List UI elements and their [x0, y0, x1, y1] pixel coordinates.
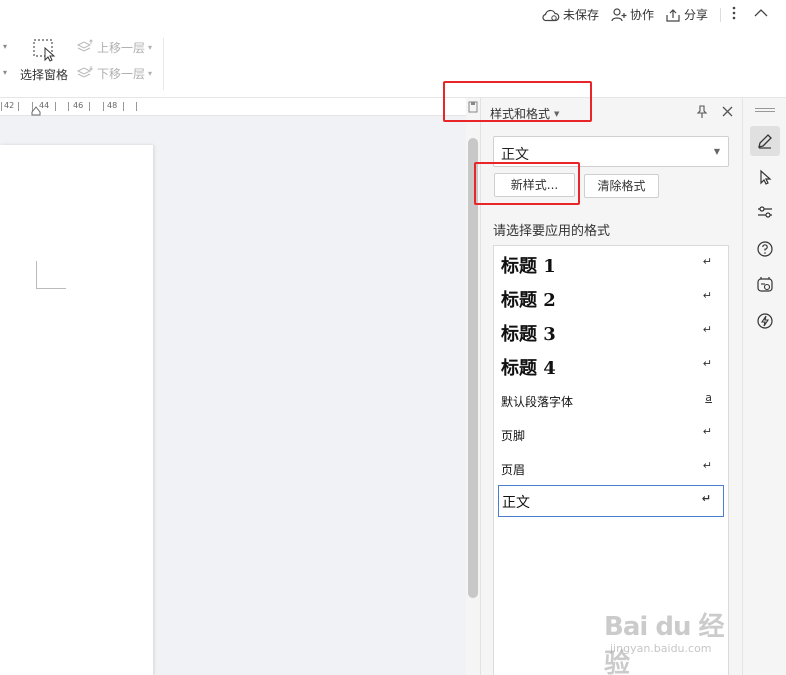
- panel-title-dropdown[interactable]: 样式和格式 ▼: [490, 105, 559, 122]
- drag-grip-icon[interactable]: [755, 108, 775, 109]
- panel-title: 样式和格式: [490, 107, 551, 121]
- style-name: 页脚: [501, 429, 526, 443]
- style-name: 默认段落字体: [501, 395, 574, 409]
- new-style-button[interactable]: 新样式...: [494, 173, 575, 197]
- paragraph-mark-icon: ↵: [702, 255, 712, 268]
- ruler-mark: [103, 102, 104, 111]
- style-list-item[interactable]: 页脚 ↵: [498, 418, 724, 450]
- pin-icon[interactable]: [695, 105, 709, 122]
- style-list-item[interactable]: 标题 4 ↵: [498, 350, 724, 382]
- ribbon-divider: [163, 38, 164, 90]
- watermark-url: jingyan.baidu.com: [610, 642, 712, 655]
- style-name: 标题 2: [501, 290, 556, 311]
- share-button[interactable]: 分享: [665, 6, 708, 23]
- sticker-icon[interactable]: [750, 270, 780, 300]
- style-name: 页眉: [501, 463, 526, 477]
- collab-button[interactable]: 协作: [611, 6, 654, 23]
- style-list-item[interactable]: 页眉 ↵: [498, 452, 724, 484]
- ruler-tick: 48: [107, 101, 118, 110]
- character-style-icon: a: [705, 391, 712, 404]
- move-up-layer-button[interactable]: 上移一层 ▾: [76, 39, 152, 56]
- page-corner-mark: [36, 261, 66, 289]
- paragraph-mark-icon: ↵: [702, 459, 712, 472]
- ruler-mark: [68, 102, 69, 111]
- move-up-label: 上移一层: [97, 41, 146, 55]
- side-toolbar: [742, 98, 786, 675]
- unsaved-label: 未保存: [563, 8, 600, 22]
- dropdown-caret-icon[interactable]: ▾: [3, 68, 7, 77]
- move-down-layer-button[interactable]: 下移一层 ▾: [76, 65, 152, 82]
- unsaved-status[interactable]: 未保存: [542, 6, 599, 23]
- paragraph-mark-icon: ↵: [702, 323, 712, 336]
- move-down-label: 下移一层: [97, 67, 146, 81]
- ruler-tick: 42: [4, 101, 15, 110]
- style-list-item[interactable]: 标题 1 ↵: [498, 248, 724, 280]
- dropdown-caret-icon[interactable]: ▾: [3, 42, 7, 51]
- horizontal-ruler[interactable]: 42 44 46 48: [0, 98, 466, 116]
- lightning-icon[interactable]: [750, 306, 780, 336]
- document-canvas[interactable]: 42 44 46 48: [0, 98, 466, 675]
- style-list-item[interactable]: 默认段落字体 a: [498, 384, 724, 416]
- share-label: 分享: [684, 8, 709, 22]
- caret-down-icon: ▼: [713, 147, 720, 156]
- help-icon[interactable]: [750, 234, 780, 264]
- sliders-icon[interactable]: [750, 197, 780, 227]
- paragraph-mark-icon: ↵: [702, 357, 712, 370]
- save-icon[interactable]: [468, 101, 478, 116]
- collapse-ribbon-button[interactable]: [753, 6, 769, 23]
- baidu-watermark: Bai du 经验 jingyan.baidu.com: [596, 592, 746, 675]
- caret-down-icon: ▾: [148, 69, 153, 78]
- scrollbar-thumb[interactable]: [468, 138, 478, 598]
- cloud-icon: [542, 8, 560, 22]
- style-name: 标题 1: [501, 256, 556, 277]
- ruler-mark: [55, 102, 56, 111]
- ruler-mark: [89, 102, 90, 111]
- select-pane-label: 选择窗格: [19, 68, 68, 82]
- clear-format-button[interactable]: 清除格式: [584, 174, 659, 198]
- close-icon[interactable]: [721, 105, 734, 121]
- title-bar: 未保存 协作 分享: [0, 0, 786, 30]
- select-pane-icon: [30, 38, 58, 62]
- more-menu-button[interactable]: [731, 5, 737, 24]
- paragraph-mark-icon: ↵: [702, 289, 712, 302]
- apply-style-hint: 请选择要应用的格式: [493, 224, 611, 239]
- watermark-brand: Bai du 经验: [604, 612, 725, 675]
- document-page[interactable]: [0, 145, 153, 675]
- user-plus-icon: [611, 7, 627, 22]
- current-style-value: 正文: [501, 147, 529, 163]
- paragraph-mark-icon: ↵: [701, 492, 711, 505]
- more-vertical-icon: [731, 5, 737, 24]
- vertical-scrollbar[interactable]: [466, 98, 480, 675]
- current-style-select[interactable]: 正文 ▼: [493, 136, 729, 167]
- ruler-mark: [136, 102, 137, 111]
- style-list-item[interactable]: 标题 2 ↵: [498, 282, 724, 314]
- ruler-tick: 46: [73, 101, 84, 110]
- select-pane-button[interactable]: 选择窗格: [16, 38, 72, 83]
- ruler-mark: [18, 102, 19, 111]
- collab-label: 协作: [630, 8, 655, 22]
- paragraph-mark-icon: ↵: [702, 425, 712, 438]
- style-name: 标题 3: [501, 324, 556, 345]
- ribbon-toolbar: ▾ ▾ 选择窗格 上移一层 ▾ 下移一层 ▾: [0, 30, 786, 98]
- share-icon: [665, 8, 681, 22]
- pen-icon[interactable]: [750, 126, 780, 156]
- caret-down-icon: ▾: [148, 43, 153, 52]
- ruler-tick: 44: [39, 101, 50, 110]
- styles-panel: 样式和格式 ▼ 正文 ▼ 新样式... 清除格式 请选择要应用的格式 标题 1 …: [480, 98, 742, 675]
- cursor-icon[interactable]: [750, 162, 780, 192]
- ruler-mark: [123, 102, 124, 111]
- ruler-mark: [1, 102, 2, 111]
- layer-up-icon: [76, 39, 94, 56]
- caret-down-icon: ▼: [554, 109, 560, 118]
- style-name: 正文: [502, 495, 530, 511]
- topbar-divider: [720, 8, 721, 22]
- style-list-item[interactable]: 标题 3 ↵: [498, 316, 724, 348]
- style-name: 标题 4: [501, 358, 556, 379]
- style-list-item-selected[interactable]: 正文 ↵: [498, 485, 724, 517]
- layer-down-icon: [76, 65, 94, 82]
- chevron-up-icon: [753, 6, 769, 23]
